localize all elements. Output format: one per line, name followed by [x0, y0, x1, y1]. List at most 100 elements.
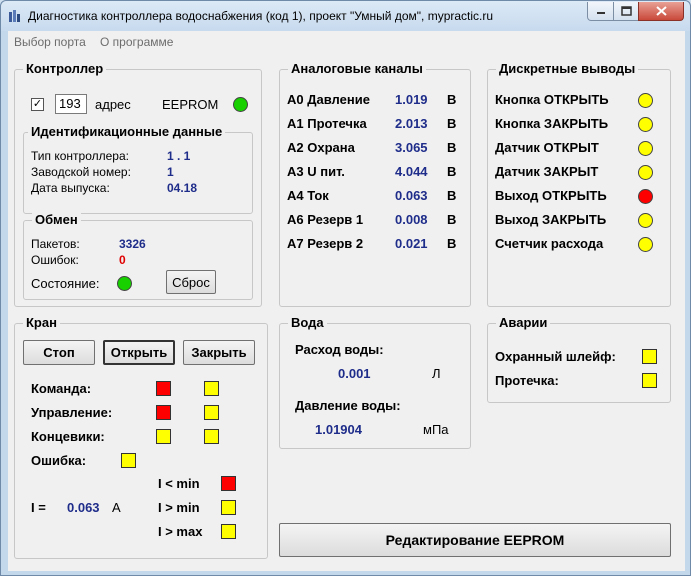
state-label: Состояние: [31, 276, 100, 291]
analog-channels-title: Аналоговые каналы [288, 61, 426, 76]
analog-channel-name: A4 Ток [287, 188, 329, 203]
pressure-label: Давление воды: [295, 398, 401, 413]
controller-group-title: Контроллер [23, 61, 107, 76]
errors-value: 0 [119, 253, 126, 267]
analog-channel-unit: В [447, 236, 457, 251]
close-valve-button[interactable]: Закрыть [183, 340, 255, 365]
pressure-unit: мПа [423, 422, 449, 437]
error-label: Ошибка: [31, 453, 87, 468]
maximize-icon [620, 6, 632, 16]
discrete-output-label: Счетчик расхода [495, 236, 604, 251]
address-label: адрес [95, 97, 131, 112]
controller-group: Контроллер ✓ 193 адрес EEPROM Идентифика… [14, 61, 262, 307]
window-title: Диагностика контроллера водоснабжения (к… [28, 9, 494, 23]
analog-channel-unit: В [447, 188, 457, 203]
discrete-output-label: Датчик ЗАКРЫТ [495, 164, 599, 179]
guard-loop-indicator [642, 349, 657, 364]
maximize-button[interactable] [613, 2, 639, 21]
discrete-output-label: Датчик ОТКРЫТ [495, 140, 599, 155]
errors-label: Ошибок: [31, 253, 79, 267]
i-greater-min-label: I > min [158, 500, 200, 515]
pressure-value: 1.01904 [315, 422, 362, 437]
analog-channel-value: 0.063 [395, 188, 428, 203]
leak-indicator [642, 373, 657, 388]
release-date-value: 04.18 [167, 181, 198, 195]
discrete-output-indicator [638, 141, 653, 156]
eeprom-indicator [233, 97, 248, 112]
command-label: Команда: [31, 381, 92, 396]
i-greater-max-indicator [221, 524, 236, 539]
title-bar: Диагностика контроллера водоснабжения (к… [1, 1, 690, 31]
discrete-output-indicator [638, 237, 653, 252]
flow-unit: Л [432, 366, 441, 381]
discrete-outputs-group: Дискретные выводы Кнопка ОТКРЫТЬ Кнопка З… [487, 61, 671, 307]
analog-channel-value: 0.021 [395, 236, 428, 251]
open-button[interactable]: Открыть [103, 340, 175, 365]
analog-channel-name: A2 Охрана [287, 140, 355, 155]
address-checkbox[interactable]: ✓ [31, 98, 44, 111]
controller-type-value: 1 . 1 [167, 149, 191, 163]
app-window: Диагностика контроллера водоснабжения (к… [0, 0, 691, 576]
water-group: Вода Расход воды: 0.001 Л Давление воды:… [279, 315, 471, 449]
analog-channel-name: A7 Резерв 2 [287, 236, 364, 251]
discrete-output-indicator [638, 213, 653, 228]
current-value: 0.063 [67, 500, 100, 515]
valve-title: Кран [23, 315, 60, 330]
exchange-title: Обмен [32, 212, 81, 227]
address-field[interactable]: 193 [55, 94, 87, 114]
alarms-group: Аварии Охранный шлейф: Протечка: [487, 315, 671, 403]
menu-about[interactable]: О программе [100, 35, 173, 49]
analog-channel-value: 2.013 [395, 116, 428, 131]
control-label: Управление: [31, 405, 113, 420]
discrete-output-indicator [638, 189, 653, 204]
analog-channel-unit: В [447, 140, 457, 155]
i-greater-min-indicator [221, 500, 236, 515]
error-indicator [121, 453, 136, 468]
control-indicator-1 [156, 405, 171, 420]
command-indicator-2 [204, 381, 219, 396]
discrete-output-label: Выход ЗАКРЫТЬ [495, 212, 607, 227]
valve-group: Кран Стоп Открыть Закрыть Команда: Управ… [14, 315, 268, 559]
i-less-min-indicator [221, 476, 236, 491]
id-data-group: Идентификационные данные Тип контроллера… [23, 124, 253, 214]
state-indicator [117, 276, 132, 291]
discrete-output-label: Кнопка ЗАКРЫТЬ [495, 116, 609, 131]
menu-select-port[interactable]: Выбор порта [14, 35, 86, 49]
command-indicator-1 [156, 381, 171, 396]
analog-channel-value: 0.008 [395, 212, 428, 227]
reset-button[interactable]: Сброс [166, 270, 216, 294]
control-indicator-2 [204, 405, 219, 420]
menu-bar: Выбор порта О программе [8, 31, 685, 53]
stop-button[interactable]: Стоп [23, 340, 95, 365]
flow-label: Расход воды: [295, 342, 384, 357]
minimize-icon [596, 12, 605, 14]
analog-channel-value: 3.065 [395, 140, 428, 155]
current-label: I = [31, 500, 46, 515]
analog-channel-unit: В [447, 212, 457, 227]
discrete-outputs-title: Дискретные выводы [496, 61, 639, 76]
packets-value: 3326 [119, 237, 146, 251]
leak-label: Протечка: [495, 373, 559, 388]
guard-loop-label: Охранный шлейф: [495, 349, 616, 364]
controller-type-label: Тип контроллера: [31, 149, 129, 163]
packets-label: Пакетов: [31, 237, 80, 251]
analog-channel-value: 1.019 [395, 92, 428, 107]
serial-number-value: 1 [167, 165, 174, 179]
analog-channel-value: 4.044 [395, 164, 428, 179]
minimize-button[interactable] [587, 2, 614, 21]
i-less-min-label: I < min [158, 476, 200, 491]
analog-channel-name: A6 Резерв 1 [287, 212, 364, 227]
edit-eeprom-button[interactable]: Редактирование EEPROM [279, 523, 671, 557]
limit-switch-indicator-1 [156, 429, 171, 444]
discrete-output-label: Выход ОТКРЫТЬ [495, 188, 607, 203]
limit-switch-indicator-2 [204, 429, 219, 444]
discrete-output-indicator [638, 93, 653, 108]
i-greater-max-label: I > max [158, 524, 203, 539]
analog-channel-name: A3 U пит. [287, 164, 345, 179]
analog-channel-name: A1 Протечка [287, 116, 367, 131]
alarms-title: Аварии [496, 315, 551, 330]
client-area: Выбор порта О программе Контроллер ✓ 193… [8, 31, 685, 571]
app-icon [9, 10, 20, 22]
limit-switches-label: Концевики: [31, 429, 105, 444]
close-button[interactable] [638, 2, 684, 21]
